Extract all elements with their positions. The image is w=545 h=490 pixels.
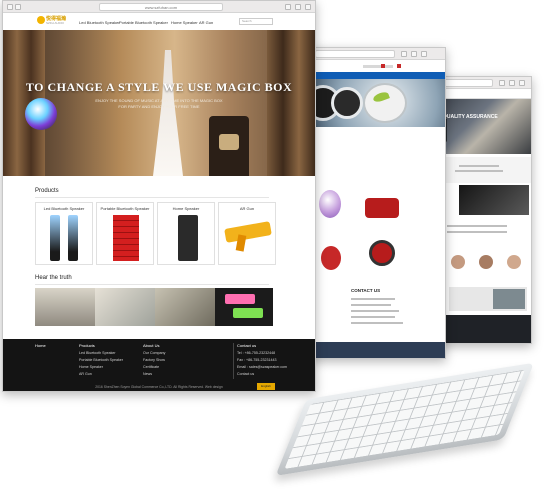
- carousel-dot[interactable]: [159, 179, 162, 182]
- product-image: [321, 246, 341, 270]
- search-input[interactable]: Search: [239, 18, 273, 25]
- product-card-portable[interactable]: Portable Bluetooth Speaker: [96, 202, 154, 265]
- footer-link[interactable]: Our Company: [143, 351, 165, 355]
- tabs-icon[interactable]: [411, 51, 417, 57]
- product-label: Portable Bluetooth Speaker: [100, 206, 150, 211]
- gallery-image-family[interactable]: [95, 288, 155, 326]
- forward-icon[interactable]: [15, 4, 21, 10]
- product-image: [50, 215, 60, 261]
- address-bar[interactable]: www.szfuhan.com: [99, 3, 223, 11]
- language-flag-icon[interactable]: [397, 64, 401, 68]
- product-image: [68, 215, 78, 261]
- footer-link[interactable]: Home: [35, 343, 46, 348]
- footer-col-about: About Us Our Company Factory Show Certif…: [143, 343, 165, 379]
- add-tab-icon[interactable]: [305, 4, 311, 10]
- menu-item-led-speaker[interactable]: Led Bluetooth Speaker: [79, 20, 120, 25]
- footer-link[interactable]: AR Gun: [79, 372, 123, 376]
- product-image: [319, 190, 341, 218]
- menu-item-home-speaker[interactable]: Home Speaker: [171, 20, 198, 25]
- hero-title: TO CHANGE A STYLE WE USE MAGIC BOX: [25, 80, 293, 94]
- browser-toolbar: [301, 48, 445, 60]
- footer-link[interactable]: Led Bluetooth Speaker: [79, 351, 123, 355]
- gallery-image-speakers[interactable]: [155, 288, 215, 326]
- tabs-icon[interactable]: [509, 80, 515, 86]
- contact-heading: CONTACT US: [351, 288, 381, 293]
- product-image-grip: [235, 234, 247, 252]
- divider: [35, 284, 269, 285]
- product-image: [178, 215, 198, 261]
- footer-heading: Contact us: [237, 343, 257, 348]
- keyboard-keys: [284, 369, 526, 469]
- language-flag-icon[interactable]: [381, 64, 385, 68]
- footer-col-contact: Contact us Tel : +86-755-23232448 Fax : …: [233, 343, 287, 379]
- front-browser-window: www.szfuhan.com 悦得福瀚 SZFH AUDIO Led Blue…: [2, 0, 316, 392]
- cushion-image: [219, 134, 239, 150]
- hero-subtitle: FOR PARTY AND ENJOY YOUR FREE TIME: [118, 104, 200, 109]
- product-image: [113, 215, 139, 261]
- footer-text: Email : sales@szaspeaker.com: [237, 365, 287, 369]
- product-card-led[interactable]: Led Bluetooth Speaker: [35, 202, 93, 265]
- product-card-ar-gun[interactable]: AR Gun: [218, 202, 276, 265]
- carousel-dot[interactable]: [164, 179, 167, 182]
- model-figure-image: [153, 50, 183, 176]
- showcase-stage: QUALITY ASSURANCE PRODUCT: [0, 0, 545, 490]
- footer-link[interactable]: Factory Show: [143, 358, 165, 362]
- footer-link[interactable]: News: [143, 372, 165, 376]
- share-icon[interactable]: [401, 51, 407, 57]
- team-avatars: [449, 253, 527, 275]
- gallery-image-living-room[interactable]: [35, 288, 95, 326]
- footer-heading[interactable]: Products: [79, 343, 123, 348]
- back-icon[interactable]: [7, 4, 13, 10]
- footer-link[interactable]: Home Speaker: [79, 365, 123, 369]
- site-nav: [301, 72, 445, 79]
- menu-item-ar-gun[interactable]: AR Gun: [199, 20, 213, 25]
- hero-subtitle: ENJOY THE SOUND OF MUSIC AT ANY TIME INT…: [95, 98, 223, 103]
- gallery-image-guns[interactable]: [215, 288, 273, 326]
- speaker-ball-image: [25, 98, 57, 130]
- site-logo[interactable]: 悦得福瀚 SZFH AUDIO: [37, 15, 69, 27]
- product-card-home[interactable]: Home Speaker: [157, 202, 215, 265]
- site-header: [301, 60, 445, 72]
- product-label: Home Speaker: [172, 206, 200, 211]
- footer-col-products: Products Led Bluetooth Speaker Portable …: [79, 343, 123, 379]
- footer-col-home: Home: [35, 343, 46, 351]
- carousel-dots: [154, 169, 169, 187]
- add-tab-icon[interactable]: [421, 51, 427, 57]
- tabs-icon[interactable]: [295, 4, 301, 10]
- footer-heading[interactable]: About Us: [143, 343, 165, 348]
- keyboard-body: [275, 362, 535, 476]
- add-tab-icon[interactable]: [519, 80, 525, 86]
- browser-toolbar: www.szfuhan.com: [3, 1, 315, 13]
- footer-link[interactable]: Portable Bluetooth Speaker: [79, 358, 123, 362]
- footer-text: Fax : +86-755-23231443: [237, 358, 277, 362]
- logo-tagline: SZFH AUDIO: [46, 21, 65, 25]
- product-image: [365, 198, 399, 218]
- product-label: Led Bluetooth Speaker: [43, 206, 85, 211]
- footer-text: Tel : +86-755-23232448: [237, 351, 276, 355]
- address-bar[interactable]: [315, 50, 395, 58]
- contact-section: CONTACT US: [351, 288, 431, 324]
- divider: [35, 197, 269, 198]
- footer-link[interactable]: Certificate: [143, 365, 165, 369]
- product-label: AR Gun: [239, 206, 255, 211]
- news-thumbnails: [449, 287, 527, 311]
- share-icon[interactable]: [499, 80, 505, 86]
- hero-banner: TO CHANGE A STYLE WE USE MAGIC BOX ENJOY…: [3, 30, 315, 176]
- product-image: [224, 221, 272, 243]
- carousel-dot[interactable]: [154, 179, 157, 182]
- product-image: [369, 240, 395, 266]
- products-heading: Products: [35, 188, 59, 194]
- share-icon[interactable]: [285, 4, 291, 10]
- logo-icon: [37, 16, 45, 24]
- hero-title: QUALITY ASSURANCE: [443, 114, 498, 120]
- menu-item-portable-speaker[interactable]: Portable Bluetooth Speaker: [119, 20, 168, 25]
- middle-browser-window: CONTACT US: [300, 47, 446, 359]
- hero-banner: [301, 79, 445, 127]
- curtain-right: [267, 30, 315, 176]
- hear-heading: Hear the truth: [35, 275, 72, 281]
- product-image: [459, 185, 529, 215]
